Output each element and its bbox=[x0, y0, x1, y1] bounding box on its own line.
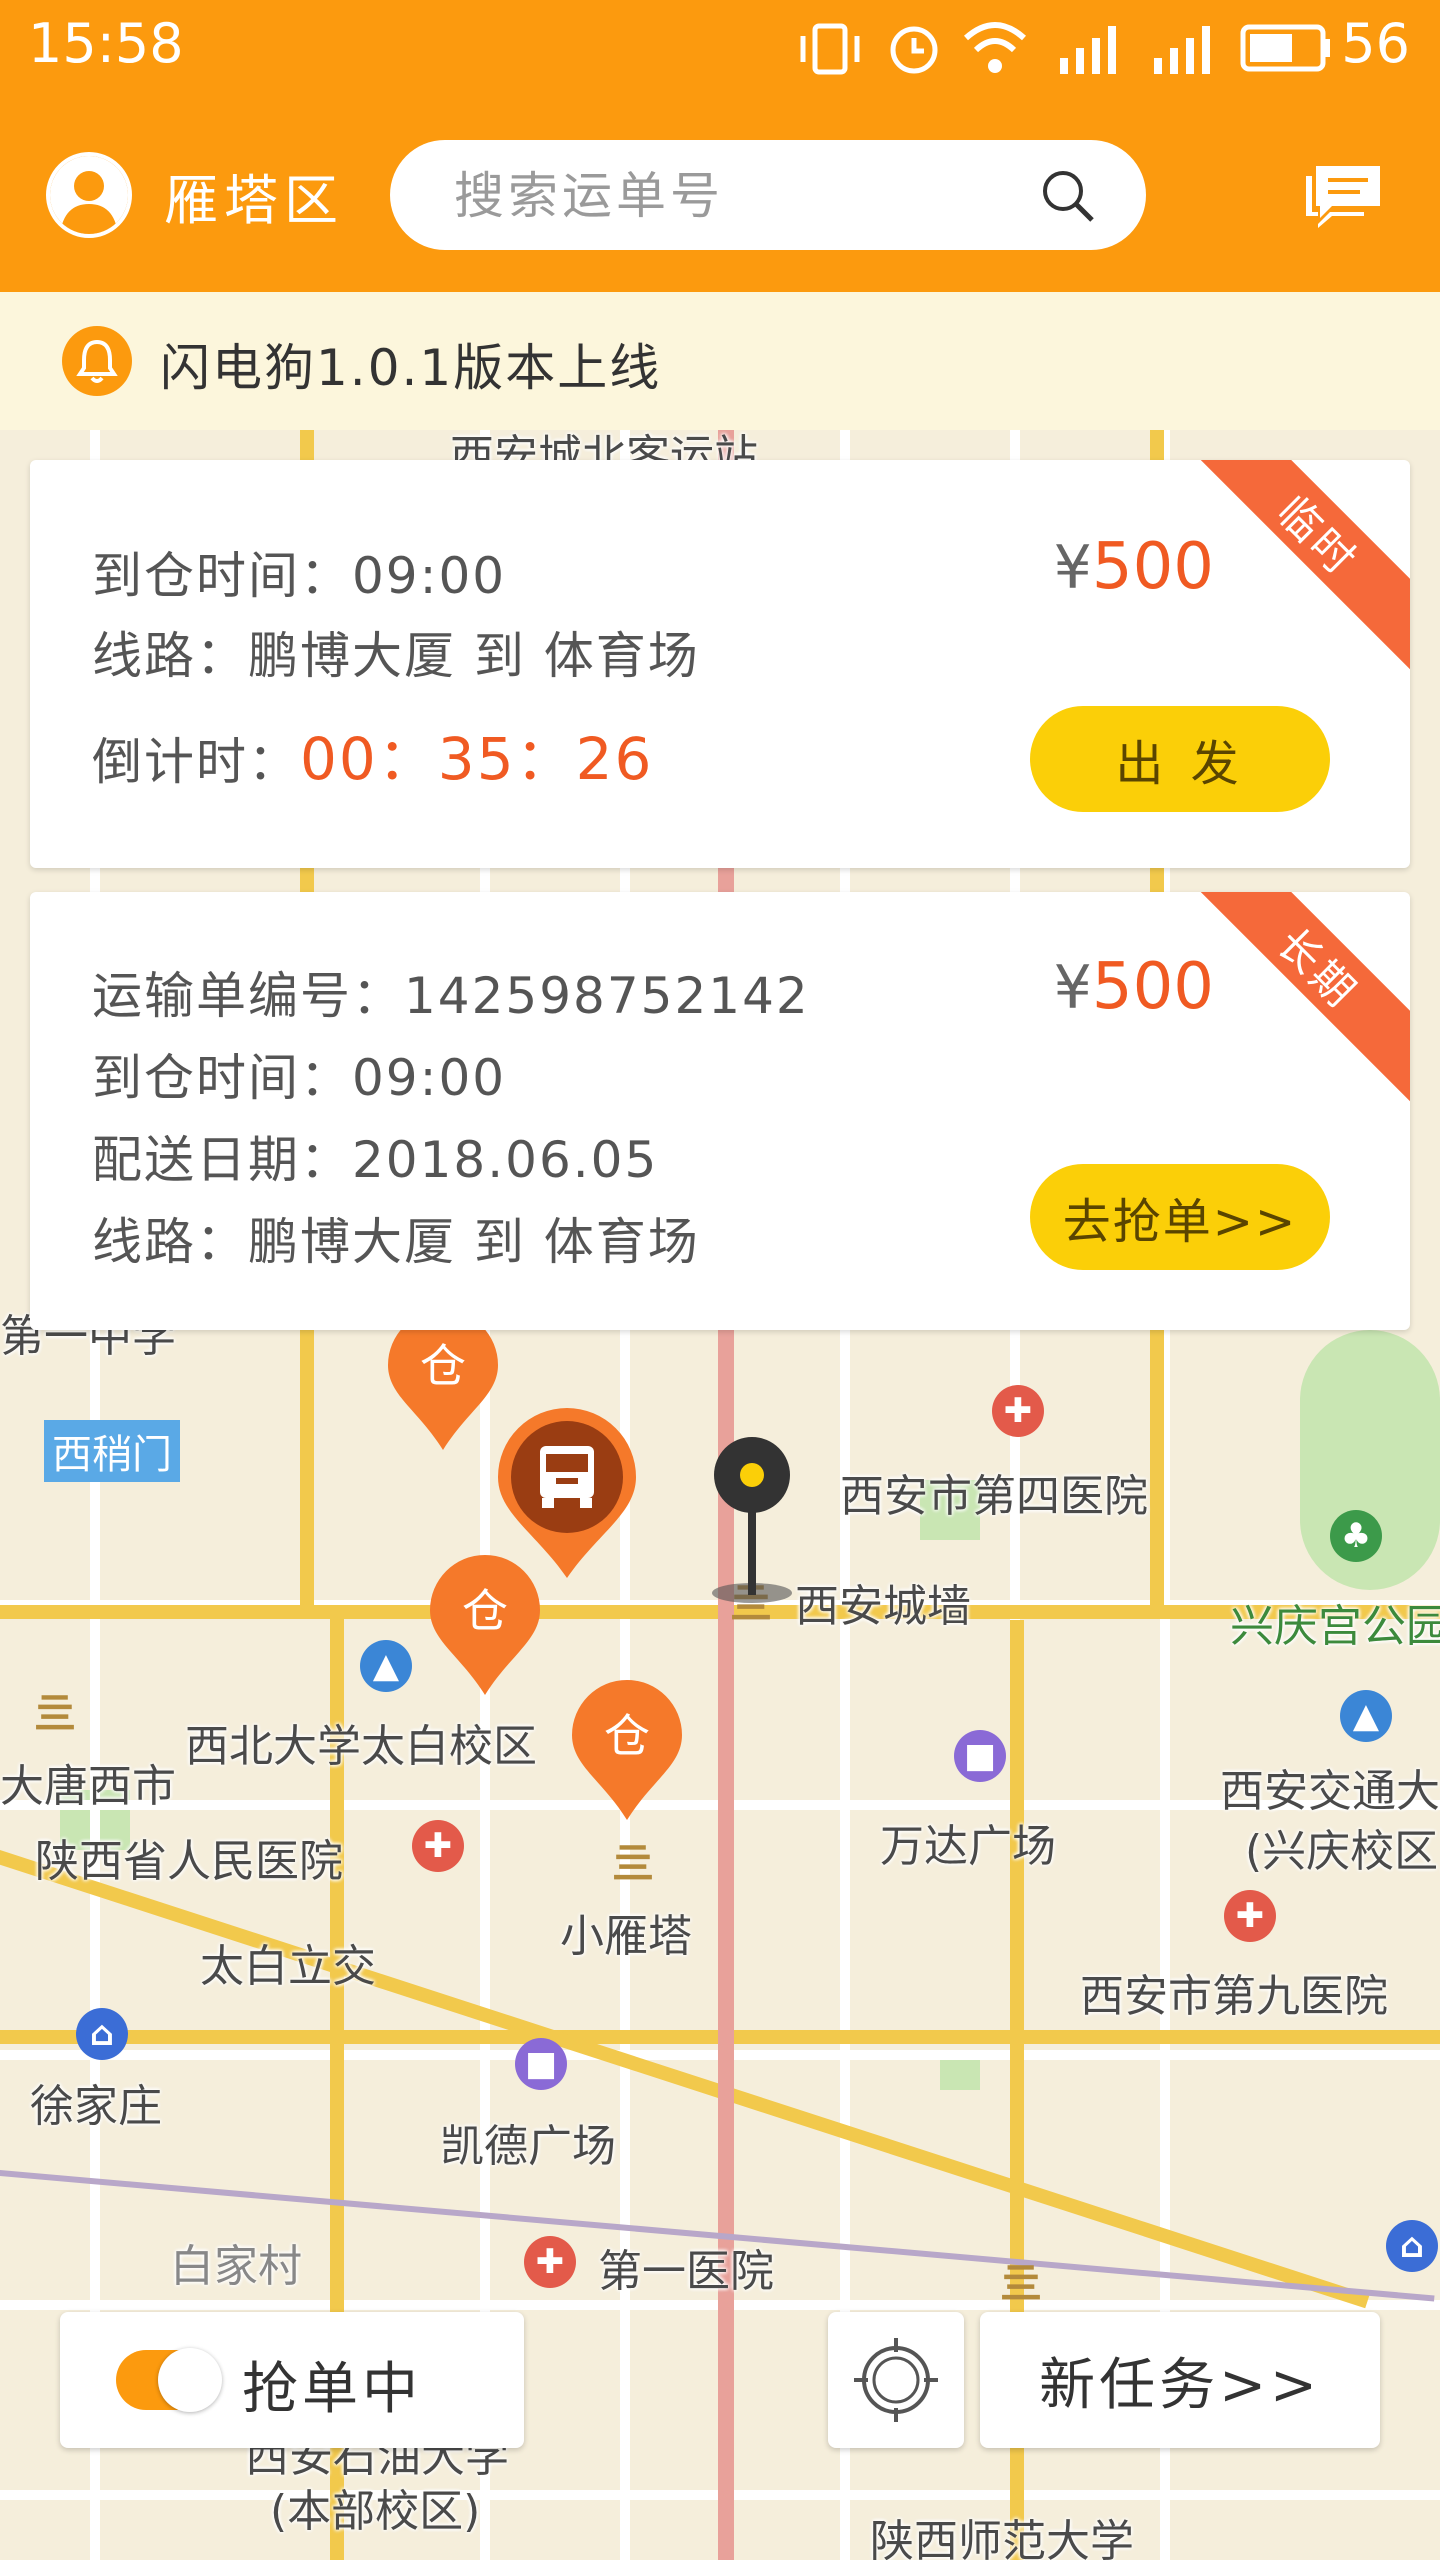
grab-status-label: 抢单中 bbox=[242, 2357, 422, 2422]
order-price: ¥500 bbox=[1053, 530, 1214, 604]
map-label: 西安市第九医院 bbox=[1080, 1971, 1388, 2022]
warehouse-label: 仓 bbox=[604, 1709, 650, 1763]
arrival-time-row: 到仓时间：09:00 bbox=[92, 1049, 507, 1107]
signal-icon bbox=[1154, 26, 1210, 74]
alarm-icon bbox=[890, 26, 938, 74]
map-label: 大唐西市 bbox=[0, 1761, 176, 1812]
map-label: (本部校区) bbox=[270, 2486, 481, 2537]
grab-order-button[interactable]: 去抢单>> bbox=[1030, 1164, 1330, 1270]
shopping-icon[interactable]: ■ bbox=[954, 1730, 1006, 1782]
countdown-row: 倒计时：00：35：26 bbox=[92, 725, 654, 793]
destination-pin[interactable] bbox=[712, 1435, 792, 1605]
bell-icon bbox=[62, 326, 132, 396]
order-card-longterm[interactable]: 长期 运输单编号：142598752142 到仓时间：09:00 配送日期：20… bbox=[30, 892, 1410, 1330]
hospital-icon[interactable]: ✚ bbox=[524, 2236, 576, 2288]
map-label: 万达广场 bbox=[880, 1821, 1056, 1872]
delivery-date-row: 配送日期：2018.06.05 bbox=[92, 1131, 659, 1189]
school-icon[interactable]: ▲ bbox=[360, 1640, 412, 1692]
search-input[interactable] bbox=[452, 162, 1016, 230]
signal-4g-icon bbox=[1060, 26, 1116, 74]
map-label: 陕西省人民医院 bbox=[35, 1836, 343, 1887]
route-row: 线路：鹏博大厦 到 体育场 bbox=[92, 1213, 700, 1271]
map-label: 西安城墙 bbox=[795, 1581, 971, 1632]
warehouse-label: 仓 bbox=[462, 1584, 508, 1638]
map-label: 西安市第四医院 bbox=[840, 1471, 1148, 1522]
map-label: 徐家庄 bbox=[30, 2081, 162, 2132]
landmark-icon: 亖 bbox=[1000, 2259, 1043, 2308]
map-label: 兴庆宫公园 bbox=[1230, 1601, 1440, 1652]
vibrate-icon bbox=[800, 23, 860, 75]
park-icon[interactable]: ♣ bbox=[1330, 1510, 1382, 1562]
route-row: 线路：鹏博大厦 到 体育场 bbox=[92, 627, 700, 685]
locate-icon bbox=[854, 2338, 938, 2422]
residential-icon[interactable]: ⌂ bbox=[76, 2008, 128, 2060]
map-label: 第一医院 bbox=[598, 2246, 774, 2297]
shopping-icon[interactable]: ■ bbox=[515, 2038, 567, 2090]
map-label: 白家村 bbox=[170, 2241, 302, 2292]
avatar[interactable] bbox=[46, 152, 132, 238]
countdown-timer: 00：35：26 bbox=[300, 725, 654, 793]
order-type-badge: 长期 bbox=[1184, 892, 1410, 1102]
landmark-icon: 亖 bbox=[34, 1689, 77, 1738]
search-bar[interactable] bbox=[390, 140, 1146, 250]
warehouse-pin[interactable]: 仓 bbox=[572, 1680, 682, 1820]
new-task-button[interactable]: 新任务>> bbox=[980, 2312, 1380, 2448]
map-label: 小雁塔 bbox=[560, 1911, 692, 1962]
map-label: (兴庆校区) bbox=[1245, 1826, 1440, 1877]
warehouse-label: 仓 bbox=[420, 1339, 466, 1393]
depart-button[interactable]: 出 发 bbox=[1030, 706, 1330, 812]
toggle-knob bbox=[158, 2348, 222, 2412]
map-label: 西稍门 bbox=[44, 1420, 180, 1482]
arrival-time-row: 到仓时间：09:00 bbox=[92, 547, 507, 605]
grab-toggle[interactable] bbox=[116, 2348, 222, 2412]
hospital-icon[interactable]: ✚ bbox=[1224, 1890, 1276, 1942]
school-icon[interactable]: ▲ bbox=[1340, 1690, 1392, 1742]
truck-location-pin[interactable] bbox=[498, 1408, 636, 1578]
order-price: ¥500 bbox=[1053, 950, 1214, 1024]
map-label: 凯德广场 bbox=[440, 2121, 616, 2172]
notice-text: 闪电狗1.0.1版本上线 bbox=[160, 339, 662, 397]
residential-icon[interactable]: ⌂ bbox=[1386, 2220, 1438, 2272]
order-number-row: 运输单编号：142598752142 bbox=[92, 967, 810, 1025]
battery-icon bbox=[1240, 24, 1330, 72]
grab-status-panel[interactable]: 抢单中 bbox=[60, 2312, 524, 2448]
order-type-badge: 临时 bbox=[1184, 460, 1410, 670]
app-header: 雁塔区 bbox=[0, 96, 1440, 292]
order-card-temporary[interactable]: 临时 到仓时间：09:00 线路：鹏博大厦 到 体育场 倒计时：00：35：26… bbox=[30, 460, 1410, 868]
status-bar: 15:58 56 bbox=[0, 0, 1440, 96]
map-label: 西北大学太白校区 bbox=[185, 1721, 537, 1772]
battery-level: 56 bbox=[1341, 12, 1410, 75]
district-label[interactable]: 雁塔区 bbox=[164, 156, 344, 235]
locate-button[interactable] bbox=[828, 2312, 964, 2448]
message-icon[interactable] bbox=[1302, 162, 1384, 230]
map-label: 太白立交 bbox=[200, 1941, 376, 1992]
map-label: 陕西师范大学 bbox=[870, 2516, 1134, 2560]
wifi-icon bbox=[963, 22, 1027, 73]
status-time: 15:58 bbox=[28, 12, 184, 75]
notice-bar[interactable]: 闪电狗1.0.1版本上线 bbox=[0, 292, 1440, 430]
search-icon[interactable] bbox=[1038, 166, 1098, 226]
user-icon bbox=[50, 156, 128, 234]
hospital-icon[interactable]: ✚ bbox=[992, 1385, 1044, 1437]
map-label: 西安交通大学 bbox=[1220, 1766, 1440, 1817]
hospital-icon[interactable]: ✚ bbox=[412, 1820, 464, 1872]
landmark-icon: 亖 bbox=[612, 1839, 655, 1888]
